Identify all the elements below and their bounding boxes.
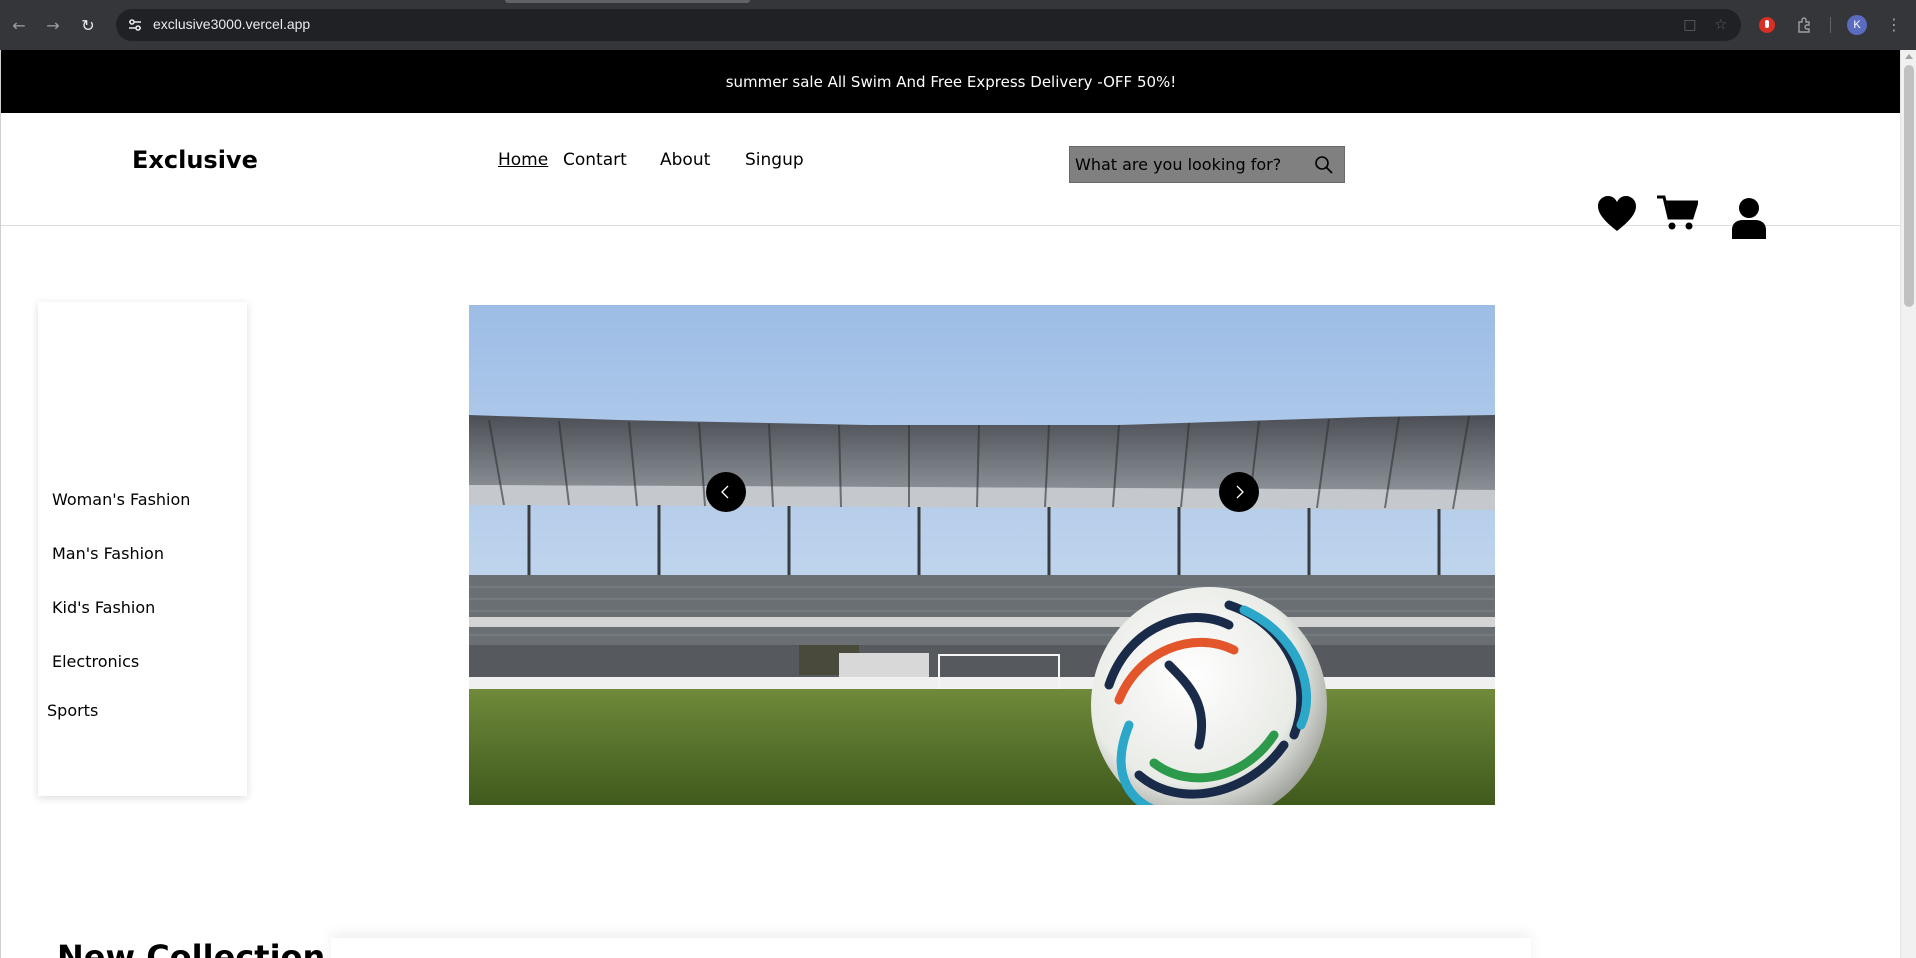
- slider-next-button[interactable]: [1219, 472, 1259, 512]
- nav-about[interactable]: About: [660, 150, 710, 170]
- hero-slider: [469, 305, 1495, 805]
- install-app-icon[interactable]: □: [1683, 17, 1696, 33]
- search-box: [1069, 146, 1345, 183]
- toolbar-divider: [1830, 17, 1831, 33]
- page-viewport: summer sale All Swim And Free Express De…: [0, 50, 1900, 958]
- page-scrollbar[interactable]: [1900, 50, 1916, 958]
- site-settings-icon[interactable]: [127, 17, 143, 33]
- forward-icon[interactable]: →: [41, 13, 65, 37]
- chevron-right-icon: [1236, 485, 1244, 499]
- back-icon[interactable]: ←: [7, 13, 31, 37]
- nav-contart[interactable]: Contart: [563, 150, 627, 170]
- category-mans-fashion[interactable]: Man's Fashion: [52, 544, 164, 563]
- reload-icon[interactable]: ↻: [76, 13, 100, 37]
- heart-icon[interactable]: [1597, 195, 1637, 233]
- scroll-up-arrow-icon[interactable]: [1905, 54, 1913, 59]
- browser-menu-icon[interactable]: ⋮: [1886, 15, 1902, 35]
- nav-singup[interactable]: Singup: [745, 150, 804, 170]
- profile-avatar[interactable]: K: [1847, 15, 1867, 35]
- scrollbar-thumb[interactable]: [1904, 65, 1914, 307]
- section-title-new-collection: New Collection: [57, 938, 326, 958]
- announcement-text: summer sale All Swim And Free Express De…: [725, 72, 1177, 91]
- search-icon[interactable]: [1314, 155, 1334, 175]
- site-logo[interactable]: Exclusive: [132, 146, 258, 174]
- search-input[interactable]: [1075, 147, 1311, 182]
- address-bar[interactable]: exclusive3000.vercel.app □ ☆: [116, 9, 1741, 41]
- section-divider-shadow: [331, 938, 1531, 958]
- site-header: Exclusive Home Contart About Singup: [1, 113, 1900, 239]
- active-tab-indicator: [505, 0, 750, 3]
- category-womans-fashion[interactable]: Woman's Fashion: [52, 490, 190, 509]
- extensions-puzzle-icon[interactable]: [1794, 15, 1814, 35]
- nav-home[interactable]: Home: [498, 150, 548, 170]
- hero-image-stadium: [469, 305, 1495, 805]
- category-kids-fashion[interactable]: Kid's Fashion: [52, 598, 155, 617]
- category-sidebar: Woman's Fashion Man's Fashion Kid's Fash…: [38, 302, 247, 796]
- cart-icon[interactable]: [1656, 194, 1698, 232]
- chevron-left-icon: [721, 485, 729, 499]
- url-text[interactable]: exclusive3000.vercel.app: [153, 16, 310, 32]
- extension-red-icon[interactable]: [1757, 15, 1777, 35]
- category-sports[interactable]: Sports: [47, 701, 98, 720]
- browser-toolbar: ← → ↻ exclusive3000.vercel.app □ ☆ K ⋮: [0, 0, 1916, 50]
- announcement-bar: summer sale All Swim And Free Express De…: [1, 50, 1900, 113]
- slider-prev-button[interactable]: [706, 472, 746, 512]
- bookmark-star-icon[interactable]: ☆: [1714, 17, 1727, 33]
- user-icon[interactable]: [1731, 197, 1767, 239]
- category-electronics[interactable]: Electronics: [52, 652, 139, 671]
